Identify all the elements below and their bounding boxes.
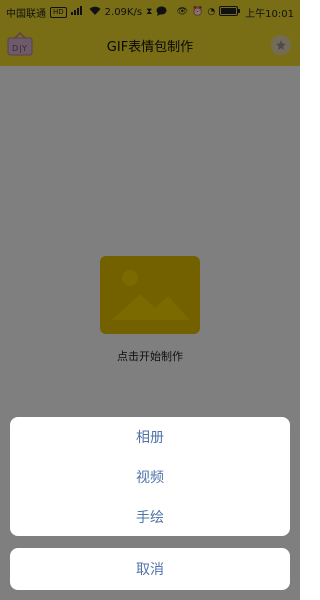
video-option[interactable]: 视频 [10,457,290,497]
album-option[interactable]: 相册 [10,417,290,457]
cancel-button[interactable]: 取消 [10,548,290,590]
action-sheet: 相册 视频 手绘 [10,417,290,536]
hand-draw-option[interactable]: 手绘 [10,497,290,536]
